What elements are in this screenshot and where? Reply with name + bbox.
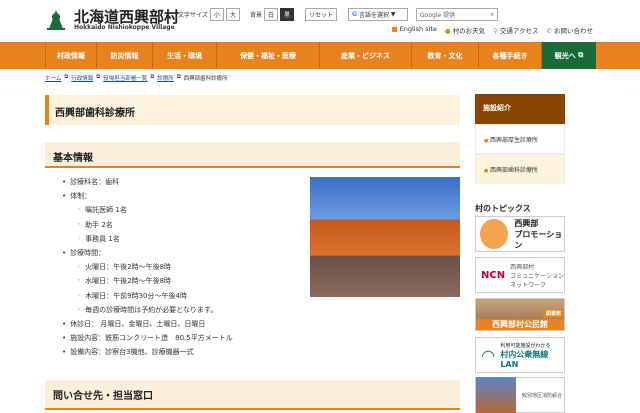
list-item: 事務員 1名 [77, 232, 233, 246]
breadcrumb-link[interactable]: ホーム [45, 74, 61, 82]
list-item: 助手 2名 [77, 218, 233, 232]
wifi-banner[interactable]: ◠ 利用可能施設がわかる 村内公衆無線 LAN [475, 337, 565, 373]
weather-link[interactable]: ● 村のお天気 [445, 25, 485, 35]
translate-label: 言語を選択 [358, 12, 389, 19]
reset-button[interactable]: リセット [305, 8, 338, 21]
info-list: 診療科名：歯科 体制： 嘱託医師 1名助手 2名事務員 1名 診療時間： 火曜日… [62, 175, 233, 360]
phone-icon: ✆ [546, 27, 552, 35]
nav-item[interactable]: 各種手続き [479, 42, 542, 69]
pin-icon: ⚲ [493, 27, 498, 35]
nav-item[interactable]: 村政情報 [45, 42, 97, 69]
sidebar-item-current[interactable]: 西興部歯科診療所 [475, 154, 565, 184]
mascot-icon [480, 219, 509, 249]
sidebar-item[interactable]: 西興部厚生診療所 [475, 124, 565, 154]
font-size-control: 文字サイズ 小 大 [178, 8, 240, 21]
wifi-icon: ◠ [482, 345, 495, 365]
topics-heading: 村のトピックス [475, 204, 531, 213]
ncn-logo: NCN [481, 269, 506, 281]
section-heading: 基本情報 [45, 142, 460, 168]
bg-black-button[interactable]: 黒 [280, 8, 295, 21]
breadcrumb: ホーム ⧉ 行政情報 ⧉ 役場担当部署一覧 ⧉ 診療所 ⧉ 西興部歯科診療所 [45, 74, 228, 82]
list-item: 水曜日：午後2時〜午後8時 [77, 274, 233, 288]
translate-select[interactable]: G 言語を選択 ▼ [348, 8, 408, 21]
search-input[interactable]: Google 提供 ⌕ [416, 8, 498, 21]
list-item: 嘱託医師 1名 [77, 203, 233, 217]
sidebar-heading: 施設紹介 [475, 94, 565, 124]
fire-station-photo [476, 377, 516, 413]
nav-item[interactable]: 教育・文化 [412, 42, 479, 69]
utility-links: ■ English site ● 村のお天気 ⚲ 交通アクセス ✆ お問い合わせ [391, 25, 593, 35]
background-control: 背景 白 黒 [250, 8, 295, 21]
bg-white-button[interactable]: 白 [264, 8, 279, 21]
fire-station-banner[interactable]: 鮫別地区消防顧合 [475, 377, 565, 413]
breadcrumb-link[interactable]: 役場担当部署一覧 [103, 74, 147, 82]
font-large-button[interactable]: 大 [225, 8, 240, 21]
site-subtitle: Hokkaido Nishiokoppe Village [74, 24, 175, 31]
search-icon[interactable]: ⌕ [491, 11, 494, 19]
sun-icon: ● [444, 27, 451, 35]
breadcrumb-link[interactable]: 行政情報 [71, 74, 93, 82]
list-item: 診療科名：歯科 [62, 175, 233, 189]
list-item: 設備内容：診察台3機他、診療機器一式 [62, 345, 233, 359]
nav-item[interactable]: 保健・福祉・医療 [217, 42, 320, 69]
village-logo-icon [47, 10, 65, 30]
flag-icon: ■ [391, 25, 398, 33]
nav-item[interactable]: 防災情報 [97, 42, 153, 69]
english-site-link[interactable]: ■ English site [391, 25, 436, 35]
breadcrumb-current: 西興部歯科診療所 [183, 76, 228, 82]
clinic-photo [310, 177, 460, 297]
list-item: 施設内容：鉄筋コンクリート造 80.5平方メートル [62, 331, 233, 345]
nav-item[interactable]: 産業・ビジネス [320, 42, 412, 69]
community-hall-banner[interactable]: 図書館 西興部村公民館 [475, 298, 565, 331]
list-item: 体制： 嘱託医師 1名助手 2名事務員 1名 [62, 189, 233, 246]
bg-label: 背景 [250, 12, 263, 19]
promotion-banner[interactable]: 西興部 プロモーション [475, 216, 565, 252]
breadcrumb-link[interactable]: 診療所 [157, 74, 174, 82]
ncn-banner[interactable]: NCN 西興部村 コミュニケーション ネットワーク [475, 257, 565, 293]
list-item: 木曜日：午前9時30分〜午後4時 [77, 289, 233, 303]
section-heading-contact: 問い合せ先・担当窓口 [45, 380, 460, 410]
contact-link[interactable]: ✆ お問い合わせ [547, 25, 593, 35]
font-size-label: 文字サイズ [178, 12, 208, 19]
access-link[interactable]: ⚲ 交通アクセス [493, 25, 538, 35]
list-item: 毎週の診療時間は予約が必要となります。 [77, 303, 233, 317]
list-item: 休診日： 月曜日、金曜日、土曜日、日曜日 [62, 317, 233, 331]
main-nav: 村政情報 防災情報 生活・環境 保健・福祉・医療 産業・ビジネス 教育・文化 各… [0, 42, 640, 69]
font-small-button[interactable]: 小 [209, 8, 224, 21]
chevron-down-icon: ▼ [390, 11, 396, 18]
list-item: 火曜日：午後2時〜午後8時 [77, 260, 233, 274]
google-icon: G [352, 11, 357, 18]
nav-item[interactable]: 生活・環境 [153, 42, 217, 69]
nav-item-tourism[interactable]: 観光へ ⧉ [542, 42, 596, 69]
search-placeholder: Google 提供 [420, 12, 456, 19]
page-title: 西興部歯科診療所 [45, 95, 460, 125]
list-item: 診療時間： 火曜日：午後2時〜午後8時水曜日：午後2時〜午後8時木曜日：午前9時… [62, 246, 233, 317]
